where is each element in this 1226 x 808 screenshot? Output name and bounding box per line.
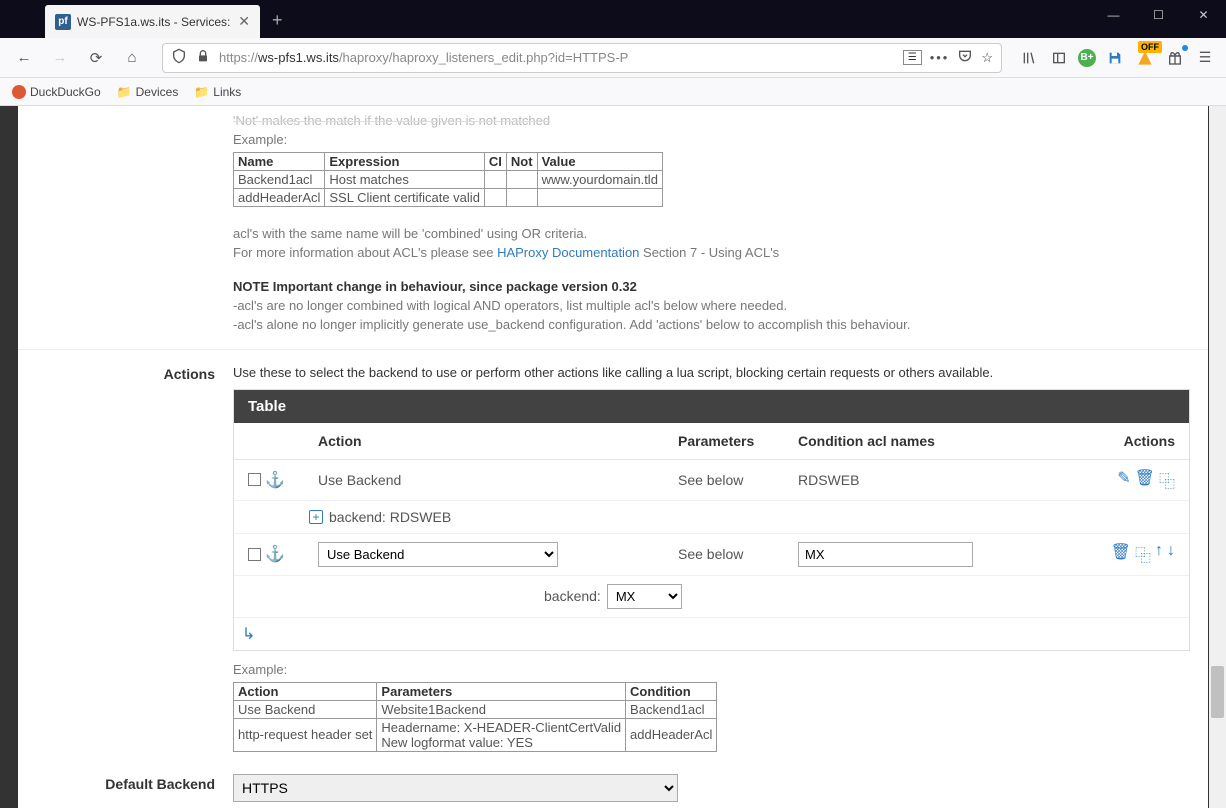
acl-note-head: NOTE Important change in behaviour, sinc… [233, 279, 637, 294]
delete-icon[interactable]: 🗑 [1111, 542, 1131, 566]
window-controls: — ☐ ✕ [1091, 0, 1226, 30]
col-action: Action [318, 433, 678, 449]
window-maximize[interactable]: ☐ [1136, 0, 1181, 30]
default-backend-label: Default Backend [18, 774, 233, 808]
actions-table: Table Action Parameters Condition acl na… [233, 389, 1190, 651]
actions-help: Use these to select the backend to use o… [233, 364, 1190, 383]
url-text: https://ws-pfs1.ws.its/haproxy/haproxy_l… [219, 50, 895, 65]
table-row: Use BackendWebsite1BackendBackend1acl [234, 700, 717, 718]
window-close[interactable]: ✕ [1181, 0, 1226, 30]
row1-params: See below [678, 472, 798, 488]
reader-mode-icon[interactable]: ☰ [903, 50, 922, 65]
row2-params: See below [678, 546, 798, 562]
col-params: Parameters [678, 433, 798, 449]
row1-action: Use Backend [318, 472, 678, 488]
extension-b-icon[interactable]: B+ [1078, 49, 1096, 67]
col-cond: Condition acl names [798, 433, 1058, 449]
duckduckgo-icon [12, 85, 26, 99]
scrollbar-thumb[interactable] [1211, 666, 1224, 718]
acl-example-table: NameExpressionCINotValue Backend1aclHost… [233, 152, 663, 207]
new-tab-button[interactable]: + [272, 10, 283, 31]
table-row: Backend1aclHost matcheswww.yourdomain.tl… [234, 170, 663, 188]
add-row-button[interactable]: ↳ [234, 618, 1189, 650]
bookmark-devices[interactable]: 📁Devices [117, 85, 179, 99]
library-icon[interactable] [1018, 47, 1040, 69]
acl-cutoff-text: 'Not' makes the match if the value given… [233, 112, 1190, 131]
actions-table-title: Table [234, 390, 1189, 423]
move-down-icon[interactable]: ↓ [1167, 542, 1175, 566]
save-icon[interactable] [1104, 47, 1126, 69]
page-content: 'Not' makes the match if the value given… [0, 106, 1226, 808]
folder-icon: 📁 [194, 85, 209, 99]
bookmarks-bar: DuckDuckGo 📁Devices 📁Links [0, 78, 1226, 106]
default-backend-select[interactable]: HTTPS [233, 774, 678, 802]
delete-icon[interactable]: 🗑 [1135, 468, 1155, 492]
edit-icon[interactable]: ✎ [1117, 468, 1130, 492]
haproxy-doc-link[interactable]: HAProxy Documentation [497, 245, 639, 260]
tab-title: WS-PFS1a.ws.its - Services: HA [77, 15, 232, 29]
app-menu-icon[interactable]: ☰ [1194, 47, 1216, 69]
row1-cond: RDSWEB [798, 472, 1058, 488]
folder-icon: 📁 [117, 85, 132, 99]
tab-close-icon[interactable]: ✕ [238, 13, 250, 30]
window-minimize[interactable]: — [1091, 0, 1136, 30]
anchor-icon[interactable]: ⚓ [265, 544, 285, 564]
tracking-shield-icon[interactable] [171, 48, 187, 67]
extension-gift-icon[interactable] [1164, 47, 1186, 69]
bookmark-duckduckgo[interactable]: DuckDuckGo [12, 85, 101, 99]
page-action-dots[interactable]: ••• [930, 50, 950, 65]
home-button[interactable]: ⌂ [118, 44, 146, 72]
move-up-icon[interactable]: ↑ [1155, 542, 1163, 566]
row2-subrow: backend: MX [234, 576, 1189, 618]
backend-select[interactable]: MX [607, 584, 682, 609]
anchor-icon[interactable]: ⚓ [265, 470, 285, 490]
back-button[interactable]: ← [10, 44, 38, 72]
condition-input[interactable] [798, 542, 973, 567]
window-titlebar: pf WS-PFS1a.ws.its - Services: HA ✕ + — … [0, 0, 1226, 38]
scrollbar-track[interactable] [1209, 106, 1226, 808]
url-bar[interactable]: https://ws-pfs1.ws.its/haproxy/haproxy_l… [162, 43, 1002, 73]
acl-note-1: -acl's are no longer combined with logic… [233, 297, 1190, 316]
action-row: ⚓ Use Backend See below RDSWEB ✎ 🗑 ⿻ [234, 460, 1189, 501]
tab-favicon: pf [55, 14, 71, 30]
bookmark-star-icon[interactable]: ☆ [981, 50, 993, 66]
acl-note-line2: For more information about ACL's please … [233, 244, 1190, 263]
nav-toolbar: ← → ⟳ ⌂ https://ws-pfs1.ws.its/haproxy/h… [0, 38, 1226, 78]
browser-tab[interactable]: pf WS-PFS1a.ws.its - Services: HA ✕ [45, 5, 260, 38]
extension-off-icon[interactable]: OFF [1134, 47, 1156, 69]
col-actions: Actions [1058, 433, 1175, 449]
row-checkbox[interactable] [248, 548, 261, 561]
expand-icon[interactable]: + [309, 510, 323, 524]
action-row-edit: ⚓ Use Backend See below 🗑 ⿻ ↑ [234, 534, 1189, 576]
sidebar-icon[interactable] [1048, 47, 1070, 69]
row-checkbox[interactable] [248, 473, 261, 486]
table-row: http-request header setHeadername: X-HEA… [234, 718, 717, 751]
reload-button[interactable]: ⟳ [82, 44, 110, 72]
acl-note-line1: acl's with the same name will be 'combin… [233, 225, 1190, 244]
actions-label: Actions [18, 364, 233, 754]
forward-button[interactable]: → [46, 44, 74, 72]
actions-example-label: Example: [233, 661, 1190, 680]
toolbar-right: B+ OFF ☰ [1018, 47, 1216, 69]
action-select[interactable]: Use Backend [318, 542, 558, 567]
acl-note-2: -acl's alone no longer implicitly genera… [233, 316, 1190, 335]
pocket-icon[interactable] [957, 48, 973, 67]
table-row: addHeaderAclSSL Client certificate valid [234, 188, 663, 206]
acl-example-label: Example: [233, 131, 1190, 150]
bookmark-links[interactable]: 📁Links [194, 85, 241, 99]
row1-subrow: + backend: RDSWEB [234, 501, 1189, 534]
lock-icon[interactable] [195, 48, 211, 67]
actions-example-table: ActionParametersCondition Use BackendWeb… [233, 682, 717, 752]
copy-icon[interactable]: ⿻ [1159, 468, 1175, 492]
copy-icon[interactable]: ⿻ [1135, 542, 1151, 566]
